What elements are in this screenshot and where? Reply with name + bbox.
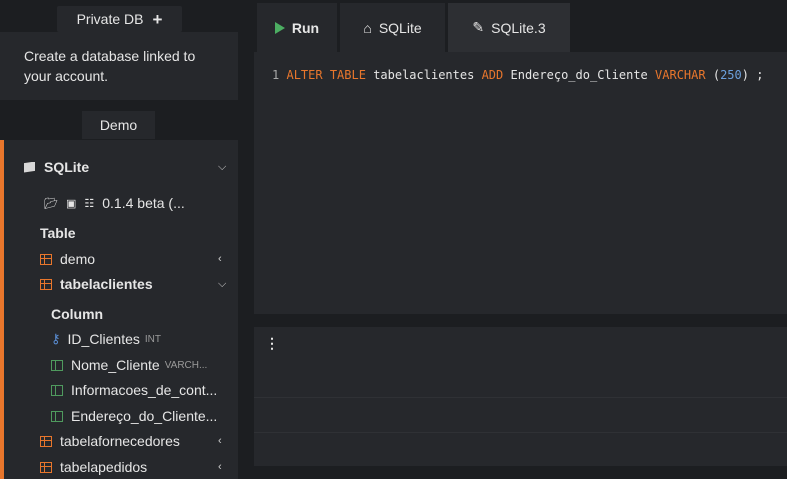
- table-item-demo[interactable]: demo ‹: [40, 250, 232, 268]
- chevron-down-icon[interactable]: ⌵: [218, 161, 226, 174]
- run-button[interactable]: Run: [257, 3, 337, 52]
- keyword: VARCHAR: [655, 68, 706, 82]
- column-name: Nome_Cliente: [71, 357, 160, 373]
- private-db-button[interactable]: Private DB +: [57, 6, 182, 32]
- edit-icon: ✎: [472, 19, 485, 35]
- home-icon: ⌂: [363, 19, 372, 36]
- table-item-tabelapedidos[interactable]: tabelapedidos ‹: [40, 458, 232, 476]
- column-heading: Column: [51, 306, 104, 322]
- tab-sqlite[interactable]: ⌂ SQLite: [340, 3, 445, 52]
- chevron-left-icon[interactable]: ‹: [218, 253, 222, 265]
- db-tree: [0, 140, 238, 479]
- paren-close: ) ;: [741, 68, 764, 82]
- info-box: Create a database linked to your account…: [0, 32, 238, 100]
- more-vertical-icon[interactable]: ⋮: [265, 336, 279, 350]
- chevron-down-icon[interactable]: ⌵: [218, 278, 226, 291]
- column-item[interactable]: Nome_Cliente VARCH...: [51, 356, 207, 374]
- database-icon: [24, 161, 35, 173]
- table-icon: [40, 435, 52, 447]
- sql-editor[interactable]: 1 ALTER TABLE tabelaclientes ADD Endereç…: [254, 52, 787, 314]
- table-icon: [40, 461, 52, 473]
- info-text: Create a database linked to your account…: [24, 48, 196, 84]
- paren-open: (: [712, 68, 721, 82]
- tree-accent-bar: [0, 140, 4, 479]
- key-icon: ⚷: [51, 331, 61, 346]
- code-line: 1 ALTER TABLE tabelaclientes ADD Endereç…: [272, 68, 763, 82]
- column-item[interactable]: Endereço_do_Cliente...: [51, 407, 217, 425]
- chevron-left-icon[interactable]: ‹: [218, 435, 222, 447]
- column-type: VARCH...: [164, 359, 208, 371]
- chevron-left-icon[interactable]: ‹: [218, 461, 222, 473]
- table-icon: [40, 253, 52, 265]
- db-toolbar: 📂︎ ▣ ☷ 0.1.4 beta (...: [44, 194, 185, 212]
- tab-label: SQLite: [378, 19, 422, 36]
- db-node-sqlite[interactable]: SQLite ⌵: [24, 158, 232, 176]
- identifier: tabelaclientes: [373, 68, 475, 82]
- db-version: 0.1.4 beta (...: [102, 195, 185, 211]
- table-name: tabelaclientes: [60, 276, 153, 292]
- column-name: Informacoes_de_cont...: [71, 382, 218, 398]
- results-toolbar: ⋮: [254, 327, 787, 361]
- number-literal: 250: [720, 68, 742, 82]
- column-type: INT: [144, 333, 162, 345]
- column-name: Endereço_do_Cliente...: [71, 408, 218, 424]
- column-item[interactable]: ⚷ ID_Clientes INT: [51, 330, 161, 348]
- sitemap-icon[interactable]: ☷: [84, 197, 94, 210]
- plus-icon: +: [152, 9, 163, 29]
- keyword: ADD: [481, 68, 504, 82]
- column-name: ID_Clientes: [67, 331, 140, 347]
- results-area: [254, 361, 787, 466]
- divider: [254, 397, 787, 398]
- demo-label: Demo: [99, 117, 138, 133]
- demo-button[interactable]: Demo: [82, 111, 155, 139]
- column-icon: [51, 359, 63, 371]
- folder-open-icon[interactable]: 📂︎: [44, 197, 58, 210]
- table-item-tabelaclientes[interactable]: tabelaclientes ⌵: [40, 275, 232, 293]
- tab-bar: Run ⌂ SQLite ✎ SQLite.3: [254, 0, 787, 52]
- column-icon: [51, 410, 63, 422]
- db-name: SQLite: [44, 159, 90, 175]
- private-db-label: Private DB: [76, 11, 144, 27]
- table-name: demo: [60, 251, 96, 267]
- table-item-tabelafornecedores[interactable]: tabelafornecedores ‹: [40, 432, 232, 450]
- run-label: Run: [291, 19, 320, 36]
- keyword: ALTER TABLE: [286, 68, 366, 82]
- play-icon: [274, 21, 285, 34]
- divider: [254, 432, 787, 433]
- tab-sqlite3[interactable]: ✎ SQLite.3: [448, 3, 570, 52]
- table-icon: [40, 278, 52, 290]
- column-item[interactable]: Informacoes_de_cont...: [51, 381, 217, 399]
- column-icon: [51, 384, 63, 396]
- save-icon[interactable]: ▣: [66, 197, 76, 210]
- table-name: tabelafornecedores: [60, 433, 180, 449]
- tab-label: SQLite.3: [491, 19, 546, 36]
- table-heading: Table: [40, 225, 76, 241]
- line-number: 1: [272, 68, 280, 82]
- identifier: Endereço_do_Cliente: [510, 68, 648, 82]
- table-name: tabelapedidos: [60, 459, 148, 475]
